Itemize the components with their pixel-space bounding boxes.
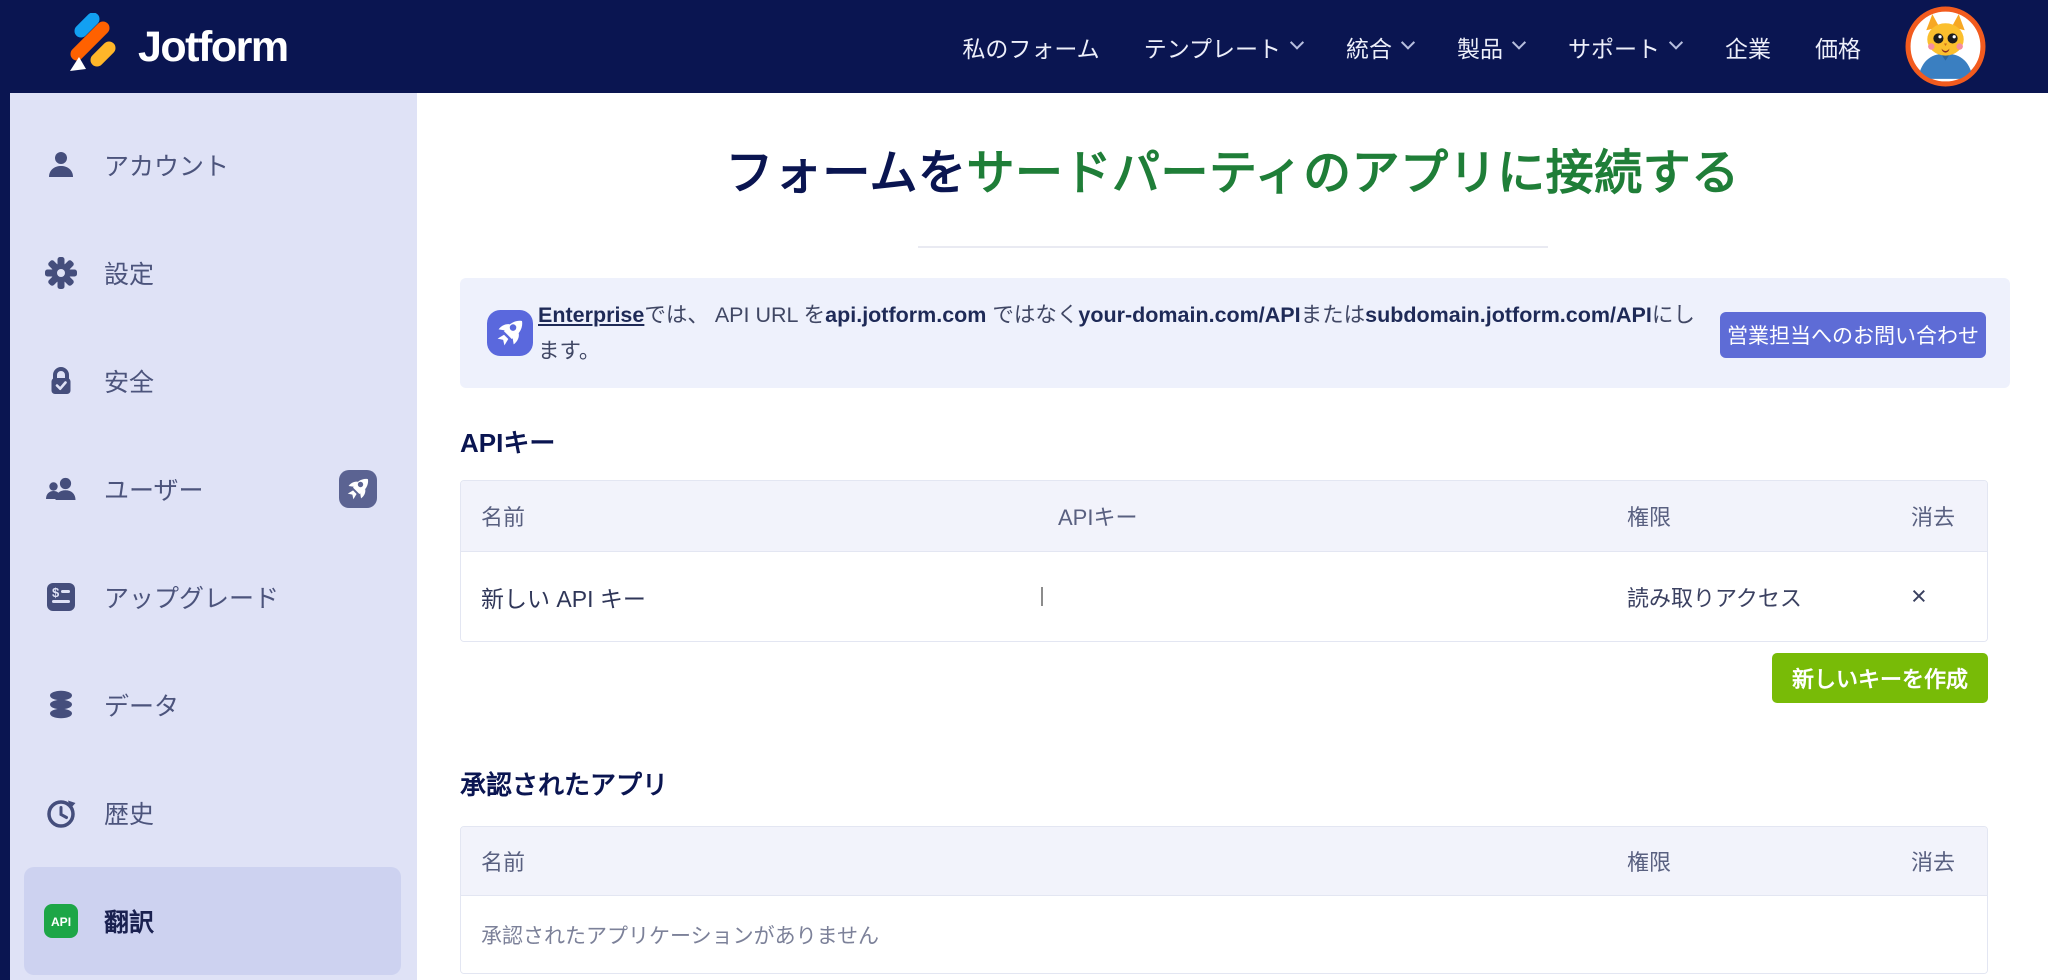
- users-icon: [44, 472, 78, 506]
- column-header-permission: 権限: [1627, 850, 1672, 875]
- sidebar-item-upgrade[interactable]: $ アップグレード: [10, 543, 417, 651]
- jotform-logo-icon: [58, 12, 122, 82]
- chevron-down-icon: [1668, 35, 1684, 50]
- enterprise-link[interactable]: Enterprise: [538, 303, 644, 327]
- avatar[interactable]: [1905, 6, 1986, 87]
- sidebar-item-account[interactable]: アカウント: [10, 111, 417, 219]
- sidebar-item-label: 安全: [104, 369, 155, 397]
- brand-name: Jotform: [138, 23, 289, 71]
- sidebar-item-label: 歴史: [104, 801, 155, 829]
- rocket-badge-icon: [339, 470, 377, 508]
- banner-message: Enterpriseでは、 API URL をapi.jotform.com で…: [538, 303, 1695, 363]
- user-icon: [44, 148, 78, 182]
- contact-sales-button[interactable]: 営業担当へのお問い合わせ: [1720, 312, 1986, 358]
- empty-state-text: 承認されたアプリケーションがありません: [481, 924, 879, 948]
- authorized-apps-table-header: 名前 権限 消去: [461, 827, 1987, 896]
- jotform-logo[interactable]: Jotform: [58, 12, 289, 82]
- nav-products[interactable]: 製品: [1457, 30, 1527, 64]
- api-keys-heading: APIキー: [460, 428, 556, 458]
- redacted-api-key-value: [1041, 586, 1043, 606]
- sidebar-item-security[interactable]: 安全: [10, 327, 417, 435]
- column-header-name: 名前: [481, 850, 526, 875]
- left-edge-strip: [0, 93, 10, 980]
- api-key-name[interactable]: 新しい API キー: [461, 580, 1058, 614]
- api-badge-icon: API: [44, 904, 78, 938]
- nav-support[interactable]: サポート: [1568, 30, 1684, 64]
- delete-key-button[interactable]: ×: [1911, 583, 1941, 610]
- gear-icon: [44, 256, 78, 290]
- sidebar-item-label: 翻訳: [104, 909, 155, 937]
- api-key-permission[interactable]: 読み取りアクセス: [1627, 581, 1911, 613]
- svg-text:$: $: [52, 585, 60, 600]
- authorized-apps-table: 名前 権限 消去 承認されたアプリケーションがありません: [460, 826, 1988, 974]
- api-keys-table-header: 名前 APIキー 権限 消去: [461, 481, 1987, 552]
- column-header-delete: 消去: [1911, 505, 1956, 530]
- create-new-key-button[interactable]: 新しいキーを作成: [1772, 653, 1988, 703]
- column-header-permission: 権限: [1627, 505, 1672, 530]
- chevron-down-icon: [1400, 35, 1416, 50]
- authorized-apps-empty-row: 承認されたアプリケーションがありません: [461, 896, 1987, 973]
- invoice-dollar-icon: $: [44, 580, 78, 614]
- nav-integrations[interactable]: 統合: [1346, 30, 1416, 64]
- sidebar-item-label: ユーザー: [104, 477, 204, 505]
- column-header-name: 名前: [481, 505, 526, 530]
- sidebar-item-settings[interactable]: 設定: [10, 219, 417, 327]
- sidebar-item-label: アップグレード: [104, 585, 280, 613]
- settings-sidebar: アカウント 設定 安全 ユーザー $ アップグレード データ 歴史 API 翻訳: [0, 93, 417, 980]
- svg-text:API: API: [51, 915, 71, 929]
- top-navigation: 私のフォーム テンプレート 統合 製品 サポート 企業 価格: [962, 0, 1861, 93]
- sidebar-item-label: アカウント: [104, 153, 230, 181]
- sidebar-item-label: データ: [104, 693, 180, 721]
- authorized-apps-heading: 承認されたアプリ: [460, 770, 669, 800]
- enterprise-info-banner: Enterpriseでは、 API URL をapi.jotform.com で…: [460, 278, 2010, 388]
- database-icon: [44, 688, 78, 722]
- sidebar-item-api[interactable]: API 翻訳: [24, 867, 401, 975]
- nav-my-forms[interactable]: 私のフォーム: [962, 30, 1099, 64]
- nav-enterprise[interactable]: 企業: [1725, 30, 1771, 64]
- rocket-icon: [487, 310, 533, 356]
- api-keys-table: 名前 APIキー 権限 消去 新しい API キー 読み取りアクセス ×: [460, 480, 1988, 642]
- page-title: フォームをサードパーティのアプリに接続する: [725, 147, 1740, 200]
- sidebar-item-users[interactable]: ユーザー: [10, 435, 417, 543]
- column-header-api-key: APIキー: [1058, 505, 1138, 530]
- column-header-delete: 消去: [1911, 850, 1956, 875]
- chevron-down-icon: [1511, 35, 1527, 50]
- title-divider: [917, 246, 1548, 248]
- nav-pricing[interactable]: 価格: [1815, 30, 1861, 64]
- sidebar-item-data[interactable]: データ: [10, 651, 417, 759]
- sidebar-item-label: 設定: [104, 261, 155, 289]
- main-content: フォームをサードパーティのアプリに接続する Enterpriseでは、 API …: [417, 93, 2048, 980]
- nav-templates[interactable]: テンプレート: [1144, 30, 1305, 64]
- lock-check-icon: [44, 364, 78, 398]
- api-key-row: 新しい API キー 読み取りアクセス ×: [461, 552, 1987, 641]
- top-navbar: Jotform 私のフォーム テンプレート 統合 製品 サポート 企業 価格: [0, 0, 2048, 93]
- history-clock-icon: [44, 796, 78, 830]
- page-title-highlight: サードパーティのアプリに接続する: [966, 147, 1740, 200]
- chevron-down-icon: [1289, 35, 1305, 50]
- sidebar-item-history[interactable]: 歴史: [10, 759, 417, 867]
